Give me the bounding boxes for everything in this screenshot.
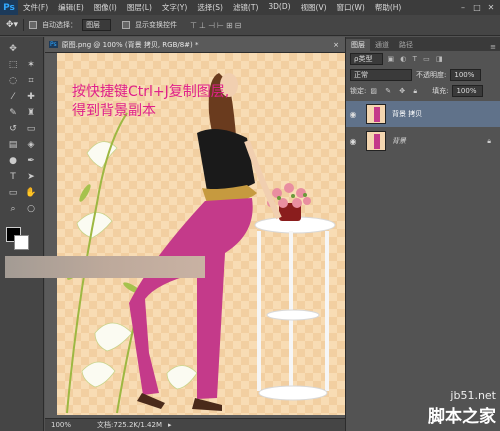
blend-row: 正常 不透明度: 100% [346, 67, 500, 83]
lasso-tool-icon[interactable]: ◌ [6, 74, 20, 88]
auto-select-checkbox[interactable] [29, 21, 38, 29]
instruction-text: 按快捷键Ctrl+J复制图层, 得到背景副本 [72, 84, 230, 119]
canvas-area[interactable]: 按快捷键Ctrl+J复制图层, 得到背景副本 [45, 53, 345, 418]
close-icon[interactable]: ✕ [485, 2, 497, 13]
fill-input[interactable]: 100% [452, 85, 484, 97]
brush-tool-icon[interactable]: ✎ [6, 106, 20, 120]
watermark-brand: 脚本之家 [428, 407, 496, 427]
layer-name[interactable]: 背景 拷贝 [392, 109, 422, 119]
menu-bar: Ps 文件(F) 编辑(E) 图像(I) 图层(L) 文字(Y) 选择(S) 滤镜(T) 3D… [0, 0, 500, 15]
layer-row[interactable]: ◉ 背景 拷贝 [346, 101, 500, 127]
move-tool-icon[interactable]: ✥▾ [6, 20, 18, 30]
lock-label: 锁定: [350, 87, 367, 95]
move-tool-icon[interactable]: ✥ [6, 42, 20, 56]
clone-stamp-icon[interactable]: ♜ [24, 106, 38, 120]
photoshop-logo: Ps [0, 0, 18, 15]
tab-channels[interactable]: 通道 [370, 39, 394, 51]
menu-item[interactable]: 文件(F) [18, 2, 53, 13]
visibility-eye-icon[interactable]: ◉ [346, 110, 360, 119]
close-tab-icon[interactable]: × [333, 41, 339, 49]
menu-item[interactable]: 3D(D) [263, 2, 295, 13]
lock-icons[interactable]: ▨ ✎ ✥ 🔒︎ [370, 87, 420, 96]
shape-tool-icon[interactable]: ▭ [6, 186, 20, 200]
canvas-image[interactable]: 按快捷键Ctrl+J复制图层, 得到背景副本 [57, 53, 345, 415]
watermark: jb51.net 脚本之家 [428, 389, 496, 427]
maximize-icon[interactable]: □ [471, 2, 483, 13]
lock-row: 锁定: ▨ ✎ ✥ 🔒︎ 填充: 100% [346, 83, 500, 99]
panel-menu-icon[interactable]: ≡ [490, 43, 500, 51]
eyedropper-icon[interactable]: ⁄ [6, 90, 20, 104]
background-color-swatch[interactable] [14, 235, 29, 250]
show-transform-label: 显示变换控件 [135, 21, 178, 29]
visibility-eye-icon[interactable]: ◉ [346, 137, 360, 146]
menu-item[interactable]: 滤镜(T) [228, 2, 263, 13]
doc-info: 文档:725.2K/1.42M [97, 421, 162, 429]
gradient-tool-icon[interactable]: ▤ [6, 138, 20, 152]
eraser-icon[interactable]: ▭ [24, 122, 38, 136]
tab-layers[interactable]: 图层 [346, 39, 370, 51]
path-select-icon[interactable]: ➤ [24, 170, 38, 184]
opacity-input[interactable]: 100% [450, 69, 482, 81]
toolbox: ✥ ⬚ ✶ ◌ ⌗ ⁄ ✚ ✎ ♜ ↺ ▭ ▤ ◈ ● ✒ T ➤ ▭ ✋ ⌕ … [0, 37, 44, 431]
menu-item[interactable]: 图层(L) [122, 2, 157, 13]
watermark-site: jb51.net [450, 389, 496, 402]
filter-icons[interactable]: ▣ ◐ T ▭ ◨ [387, 55, 444, 63]
filter-row: ρ类型 ▣ ◐ T ▭ ◨ [346, 51, 500, 67]
hand-tool-icon[interactable]: ✋ [24, 186, 38, 200]
panel-tabs: 图层 通道 路径 ≡ [346, 37, 500, 51]
blur-tool-icon[interactable]: ◈ [24, 138, 38, 152]
layer-thumbnail [366, 131, 386, 151]
document-title: 原图.png @ 100% (背景 拷贝, RGB/8#) * [61, 40, 199, 49]
zoom-tool-icon[interactable]: ⌕ [6, 202, 20, 216]
window-controls: – □ ✕ [457, 2, 500, 13]
layer-thumbnail [366, 104, 386, 124]
pen-tool-icon[interactable]: ✒ [24, 154, 38, 168]
ellipse-icon[interactable]: ○ [24, 202, 38, 216]
filter-kind-dropdown[interactable]: ρ类型 [350, 53, 384, 65]
show-transform-checkbox[interactable] [122, 21, 131, 29]
auto-select-dropdown[interactable]: 图层 [82, 19, 112, 31]
document-tab[interactable]: Ps 原图.png @ 100% (背景 拷贝, RGB/8#) * × [45, 37, 345, 53]
layer-lock-icon: 🔒︎ [487, 136, 491, 145]
layer-row[interactable]: ◉ 背景 🔒︎ [346, 128, 500, 154]
align-icons[interactable]: ⊤⊥⊣⊢⊞⊟ [190, 21, 243, 30]
marquee-tool-icon[interactable]: ⬚ [6, 58, 20, 72]
dodge-tool-icon[interactable]: ● [6, 154, 20, 168]
minimize-icon[interactable]: – [457, 2, 469, 13]
tab-paths[interactable]: 路径 [394, 39, 418, 51]
opacity-label: 不透明度: [416, 71, 447, 79]
menu-item[interactable]: 视图(V) [296, 2, 332, 13]
gradient-bar [5, 256, 205, 278]
fill-label: 填充: [432, 87, 449, 95]
options-bar: ✥▾ 自动选择： 图层 显示变换控件 ⊤⊥⊣⊢⊞⊟ [0, 15, 500, 36]
auto-select-label: 自动选择： [42, 21, 78, 29]
magic-wand-icon[interactable]: ✶ [24, 58, 38, 72]
menu-item[interactable]: 文字(Y) [157, 2, 192, 13]
blend-mode-dropdown[interactable]: 正常 [350, 69, 412, 81]
layers-panel: 图层 通道 路径 ≡ ρ类型 ▣ ◐ T ▭ ◨ 正常 不透明度: 100% 锁… [345, 37, 500, 431]
status-arrow-icon[interactable]: ▸ [168, 421, 172, 429]
menu-item[interactable]: 图像(I) [89, 2, 122, 13]
type-tool-icon[interactable]: T [6, 170, 20, 184]
menu-item[interactable]: 选择(S) [192, 2, 228, 13]
menu-item[interactable]: 编辑(E) [53, 2, 89, 13]
crop-tool-icon[interactable]: ⌗ [24, 74, 38, 88]
zoom-level[interactable]: 100% [45, 421, 77, 429]
menu-item[interactable]: 帮助(H) [370, 2, 407, 13]
status-bar: 100% 文档:725.2K/1.42M ▸ [45, 418, 345, 431]
healing-brush-icon[interactable]: ✚ [24, 90, 38, 104]
ps-file-icon: Ps [49, 41, 58, 48]
layer-name[interactable]: 背景 [392, 136, 406, 146]
menu-item[interactable]: 窗口(W) [332, 2, 370, 13]
history-brush-icon[interactable]: ↺ [6, 122, 20, 136]
